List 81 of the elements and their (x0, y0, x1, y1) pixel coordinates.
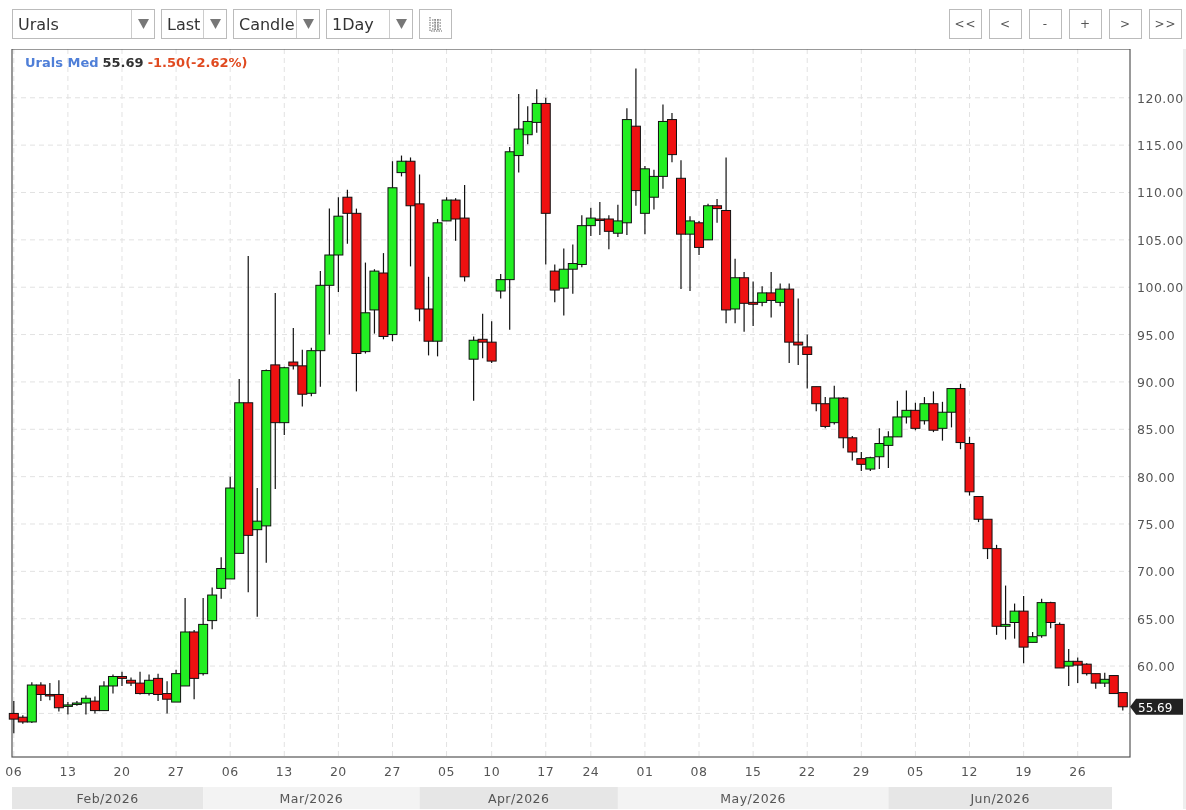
axis-label: 110.00 (1137, 185, 1184, 201)
nav-button[interactable]: - (1029, 9, 1062, 39)
axis-label: 95.00 (1137, 327, 1176, 343)
candle (1090, 673, 1101, 690)
axis-label: 10 (483, 764, 501, 779)
legend-change: -1.50(-2.62%) (147, 55, 248, 70)
axis-label: 26 (1069, 764, 1087, 779)
legend-price: 55.69 (102, 55, 144, 70)
candle (820, 396, 831, 429)
candle (793, 297, 804, 366)
legend-symbol: Urals Med (25, 55, 99, 70)
caret-icon (137, 19, 149, 29)
candle (739, 271, 750, 333)
month-label: Feb/2026 (76, 791, 139, 806)
axis-label: 20 (329, 764, 347, 779)
axis-label: 85.00 (1137, 422, 1176, 438)
candle (883, 430, 894, 469)
candle (910, 402, 921, 431)
dropdown[interactable]: Candle (233, 9, 320, 39)
nav-button[interactable]: >> (1149, 9, 1182, 39)
caret-icon (395, 19, 407, 29)
axis-label: 120.00 (1137, 90, 1184, 106)
axis-label: 80.00 (1137, 469, 1176, 485)
nav-button[interactable]: + (1069, 9, 1102, 39)
axis-label: 20 (113, 764, 131, 779)
axis-label: 27 (167, 764, 185, 779)
candle (603, 214, 614, 250)
axis-label: 06 (221, 764, 239, 779)
month-label: Apr/2026 (487, 791, 550, 806)
candle (162, 680, 173, 715)
nav-button[interactable]: << (949, 9, 982, 39)
nav-button[interactable]: < (989, 9, 1022, 39)
candle (567, 244, 578, 295)
dropdown[interactable]: Urals (12, 9, 155, 39)
axis-label: 115.00 (1137, 138, 1184, 154)
axis-label: 27 (384, 764, 401, 779)
candle (856, 451, 867, 472)
axis-label: 06 (5, 764, 23, 779)
dropdown[interactable]: Last (161, 9, 227, 39)
axis-label: 105.00 (1137, 232, 1184, 248)
candle (892, 400, 903, 438)
price-tag: 55.69 (1130, 698, 1183, 715)
candle (144, 674, 155, 697)
axis-label: 65.00 (1137, 611, 1176, 627)
candle (1117, 692, 1128, 712)
axis-label: 13 (59, 764, 77, 779)
axis-label: 05 (906, 764, 924, 779)
candle (189, 629, 200, 700)
candle (1063, 648, 1074, 687)
month-label: Jun/2026 (970, 791, 1030, 806)
axis-label: 70.00 (1137, 564, 1176, 580)
table-icon (428, 16, 443, 32)
axis-label: 15 (744, 764, 762, 779)
axis-label: 13 (275, 764, 293, 779)
candle (153, 673, 164, 702)
axis-label: 100.00 (1137, 280, 1184, 296)
candle (901, 389, 912, 425)
month-label: Mar/2026 (279, 791, 344, 806)
candle (1108, 674, 1119, 695)
candle (829, 385, 840, 426)
month-label: May/2026 (720, 791, 787, 806)
caret-icon (209, 19, 221, 29)
caret-icon (302, 19, 314, 29)
axis-label: 24 (582, 764, 600, 779)
axis-label: 17 (537, 764, 555, 779)
table-button[interactable] (419, 9, 452, 39)
axis-label: 60.00 (1137, 659, 1176, 675)
axis-label: 90.00 (1137, 374, 1176, 390)
candle (937, 401, 948, 442)
dropdown[interactable]: 1Day (326, 9, 413, 39)
axis-label: 08 (690, 764, 708, 779)
axis-label: 19 (1015, 764, 1033, 779)
candle (594, 201, 605, 236)
axis-label: 29 (852, 764, 870, 779)
axis-label: 75.00 (1137, 517, 1176, 532)
axis-label: 12 (961, 764, 978, 779)
axis-label: 22 (798, 764, 816, 779)
candle (486, 320, 497, 364)
axis-label: 05 (438, 764, 456, 779)
nav-button[interactable]: > (1109, 9, 1142, 39)
axis-label: 01 (636, 764, 654, 779)
